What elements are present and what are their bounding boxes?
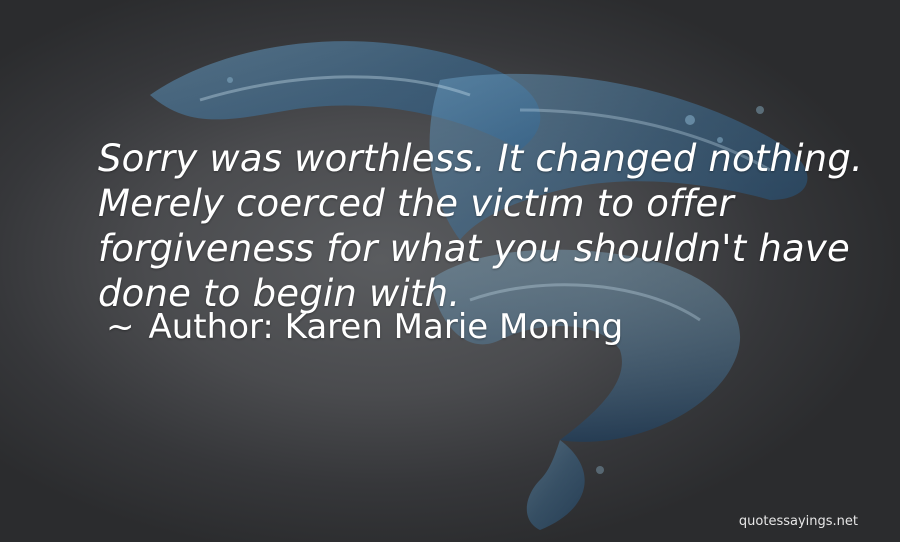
author-dash: ~: [106, 307, 135, 347]
quote-line: Merely coerced the victim to offer: [98, 182, 734, 225]
author-attribution: ~ Author: Karen Marie Moning: [106, 306, 623, 348]
site-watermark: quotessayings.net: [738, 514, 858, 529]
quote-text: Sorry was worthless. It changed nothing.…: [98, 136, 878, 316]
author-name: Author: Karen Marie Moning: [148, 307, 624, 347]
quote-card: Sorry was worthless. It changed nothing.…: [0, 0, 900, 542]
quote-line: Sorry was worthless. It changed nothing.: [98, 137, 863, 180]
quote-line: forgiveness for what you shouldn't have: [98, 227, 850, 270]
